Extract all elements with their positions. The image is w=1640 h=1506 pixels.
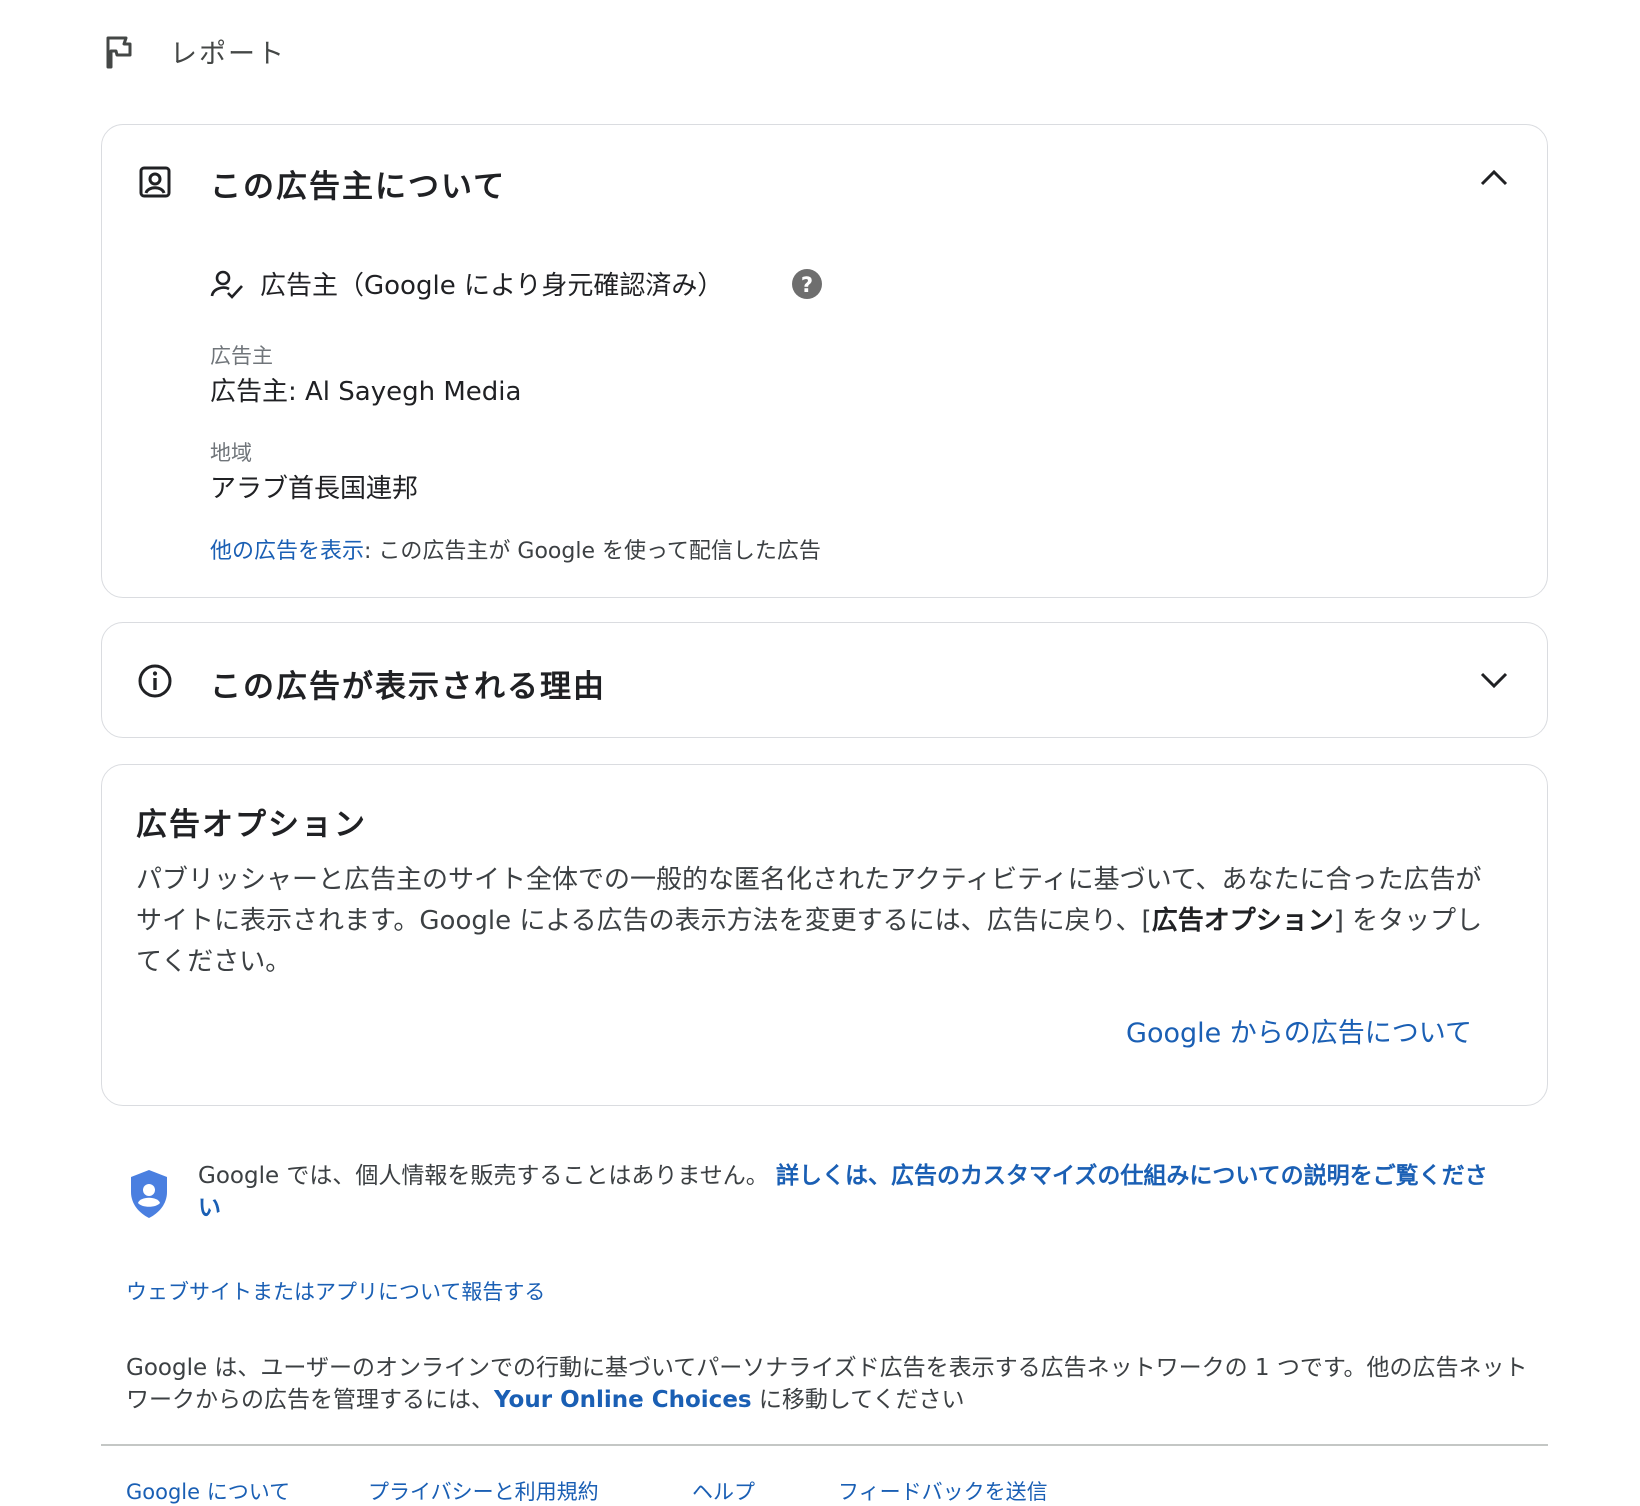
- footer-help-link[interactable]: ヘルプ: [692, 1476, 755, 1506]
- privacy-text: Google では、個人情報を販売することはありません。: [198, 1163, 769, 1189]
- report-site-link[interactable]: ウェブサイトまたはアプリについて報告する: [126, 1276, 545, 1306]
- ad-options-body: パブリッシャーと広告主のサイト全体での一般的な匿名化されたアクティビティに基づい…: [136, 860, 1506, 983]
- verified-label: 広告主（Google により身元確認済み）: [260, 271, 724, 301]
- region-label: 地域: [210, 441, 252, 465]
- footer-divider: [101, 1444, 1548, 1446]
- account-box-icon: [138, 165, 172, 203]
- more-ads-row: 他の広告を表示: この広告主が Google を使って配信した広告: [210, 533, 821, 565]
- advertiser-label: 広告主: [210, 344, 273, 368]
- network-notice-text-end: に移動してください: [751, 1387, 965, 1413]
- verified-user-icon: [210, 268, 244, 300]
- help-icon[interactable]: ?: [790, 267, 824, 305]
- privacy-notice: Google では、個人情報を販売することはありません。 詳しくは、広告のカスタ…: [198, 1160, 1508, 1224]
- footer-feedback-link[interactable]: フィードバックを送信: [838, 1476, 1048, 1506]
- region-value: アラブ首長国連邦: [210, 474, 419, 504]
- ad-options-body-bold: 広告オプション: [1151, 906, 1334, 936]
- about-google-ads-link[interactable]: Google からの広告について: [1126, 1011, 1472, 1050]
- advertiser-card-header[interactable]: この広告主について: [102, 125, 1547, 235]
- ad-options-title: 広告オプション: [136, 807, 367, 843]
- advertiser-section-title: この広告主について: [210, 169, 507, 205]
- advertiser-value: 広告主: Al Sayegh Media: [210, 377, 522, 407]
- chevron-up-icon[interactable]: [1479, 167, 1509, 193]
- ad-options-card: 広告オプション パブリッシャーと広告主のサイト全体での一般的な匿名化されたアクテ…: [101, 764, 1548, 1106]
- why-card[interactable]: この広告が表示される理由: [101, 622, 1548, 738]
- advertiser-card: この広告主について 広告主（Google により身元確認済み） ? 広告主 広告…: [101, 124, 1548, 598]
- why-section-title: この広告が表示される理由: [210, 669, 606, 705]
- your-online-choices-link[interactable]: Your Online Choices: [494, 1387, 752, 1413]
- report-label: レポート: [170, 38, 286, 70]
- report-button[interactable]: レポート: [104, 28, 286, 74]
- verified-row: 広告主（Google により身元確認済み）: [210, 265, 723, 302]
- more-ads-suffix: : この広告主が Google を使って配信した広告: [364, 539, 821, 564]
- chevron-down-icon[interactable]: [1479, 669, 1509, 695]
- shield-icon: [128, 1168, 170, 1224]
- flag-icon: [104, 33, 134, 69]
- footer-privacy-terms-link[interactable]: プライバシーと利用規約: [368, 1476, 599, 1506]
- svg-text:?: ?: [801, 273, 813, 297]
- info-icon: [137, 663, 173, 703]
- more-ads-link[interactable]: 他の広告を表示: [210, 539, 364, 564]
- network-notice: Google は、ユーザーのオンラインでの行動に基づいてパーソナライズド広告を表…: [126, 1352, 1546, 1416]
- footer-about-google-link[interactable]: Google について: [126, 1476, 290, 1506]
